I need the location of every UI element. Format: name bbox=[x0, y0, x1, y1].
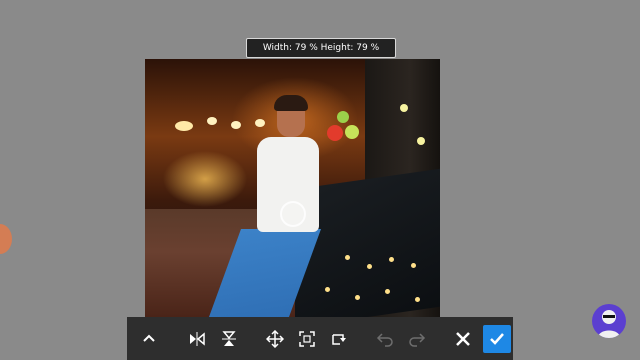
cancel-button[interactable] bbox=[449, 325, 477, 353]
fit-frame-icon bbox=[299, 330, 315, 347]
channel-avatar bbox=[592, 304, 626, 338]
redo-icon bbox=[409, 332, 426, 347]
bokeh-light bbox=[255, 119, 265, 127]
side-panel-handle[interactable] bbox=[0, 224, 12, 254]
bokeh-light bbox=[337, 111, 349, 123]
move-button[interactable] bbox=[259, 323, 291, 355]
close-icon bbox=[456, 331, 470, 346]
flip-vertical-icon bbox=[222, 330, 236, 346]
chevron-up-icon bbox=[143, 334, 155, 342]
flip-horizontal-icon bbox=[190, 331, 205, 346]
flip-horizontal-button[interactable] bbox=[181, 323, 213, 355]
apply-button[interactable] bbox=[483, 324, 511, 353]
flip-vertical-button[interactable] bbox=[213, 323, 245, 355]
fit-screen-button[interactable] bbox=[291, 323, 323, 355]
bokeh-light bbox=[355, 295, 360, 300]
bokeh-light bbox=[231, 121, 241, 129]
bokeh-light bbox=[327, 125, 343, 141]
redo-button[interactable] bbox=[401, 323, 433, 355]
rotate-button[interactable] bbox=[323, 323, 355, 355]
bokeh-light bbox=[400, 104, 408, 112]
avatar-figure-icon bbox=[598, 310, 620, 338]
photo-canvas[interactable] bbox=[145, 59, 440, 317]
bokeh-light bbox=[389, 257, 394, 262]
undo-icon bbox=[376, 332, 393, 347]
bokeh-light bbox=[385, 289, 390, 294]
bokeh-light bbox=[367, 264, 372, 269]
bokeh-light bbox=[345, 255, 350, 260]
bokeh-light bbox=[345, 125, 359, 139]
bokeh-light bbox=[207, 117, 217, 125]
checkmark-icon bbox=[490, 332, 504, 345]
bokeh-light bbox=[411, 263, 416, 268]
photo-person-hair bbox=[274, 95, 308, 111]
bokeh-light bbox=[415, 297, 420, 302]
touch-point-marker[interactable] bbox=[280, 201, 306, 227]
undo-button[interactable] bbox=[369, 323, 401, 355]
collapse-toolbar-button[interactable] bbox=[133, 323, 165, 355]
rotate-icon bbox=[332, 333, 346, 345]
move-arrows-icon bbox=[266, 329, 284, 348]
bokeh-light bbox=[175, 121, 193, 131]
edit-toolbar bbox=[127, 317, 513, 360]
size-readout-badge: Width: 79 % Height: 79 % bbox=[246, 38, 396, 58]
bokeh-light bbox=[325, 287, 330, 292]
bokeh-light bbox=[417, 137, 425, 145]
